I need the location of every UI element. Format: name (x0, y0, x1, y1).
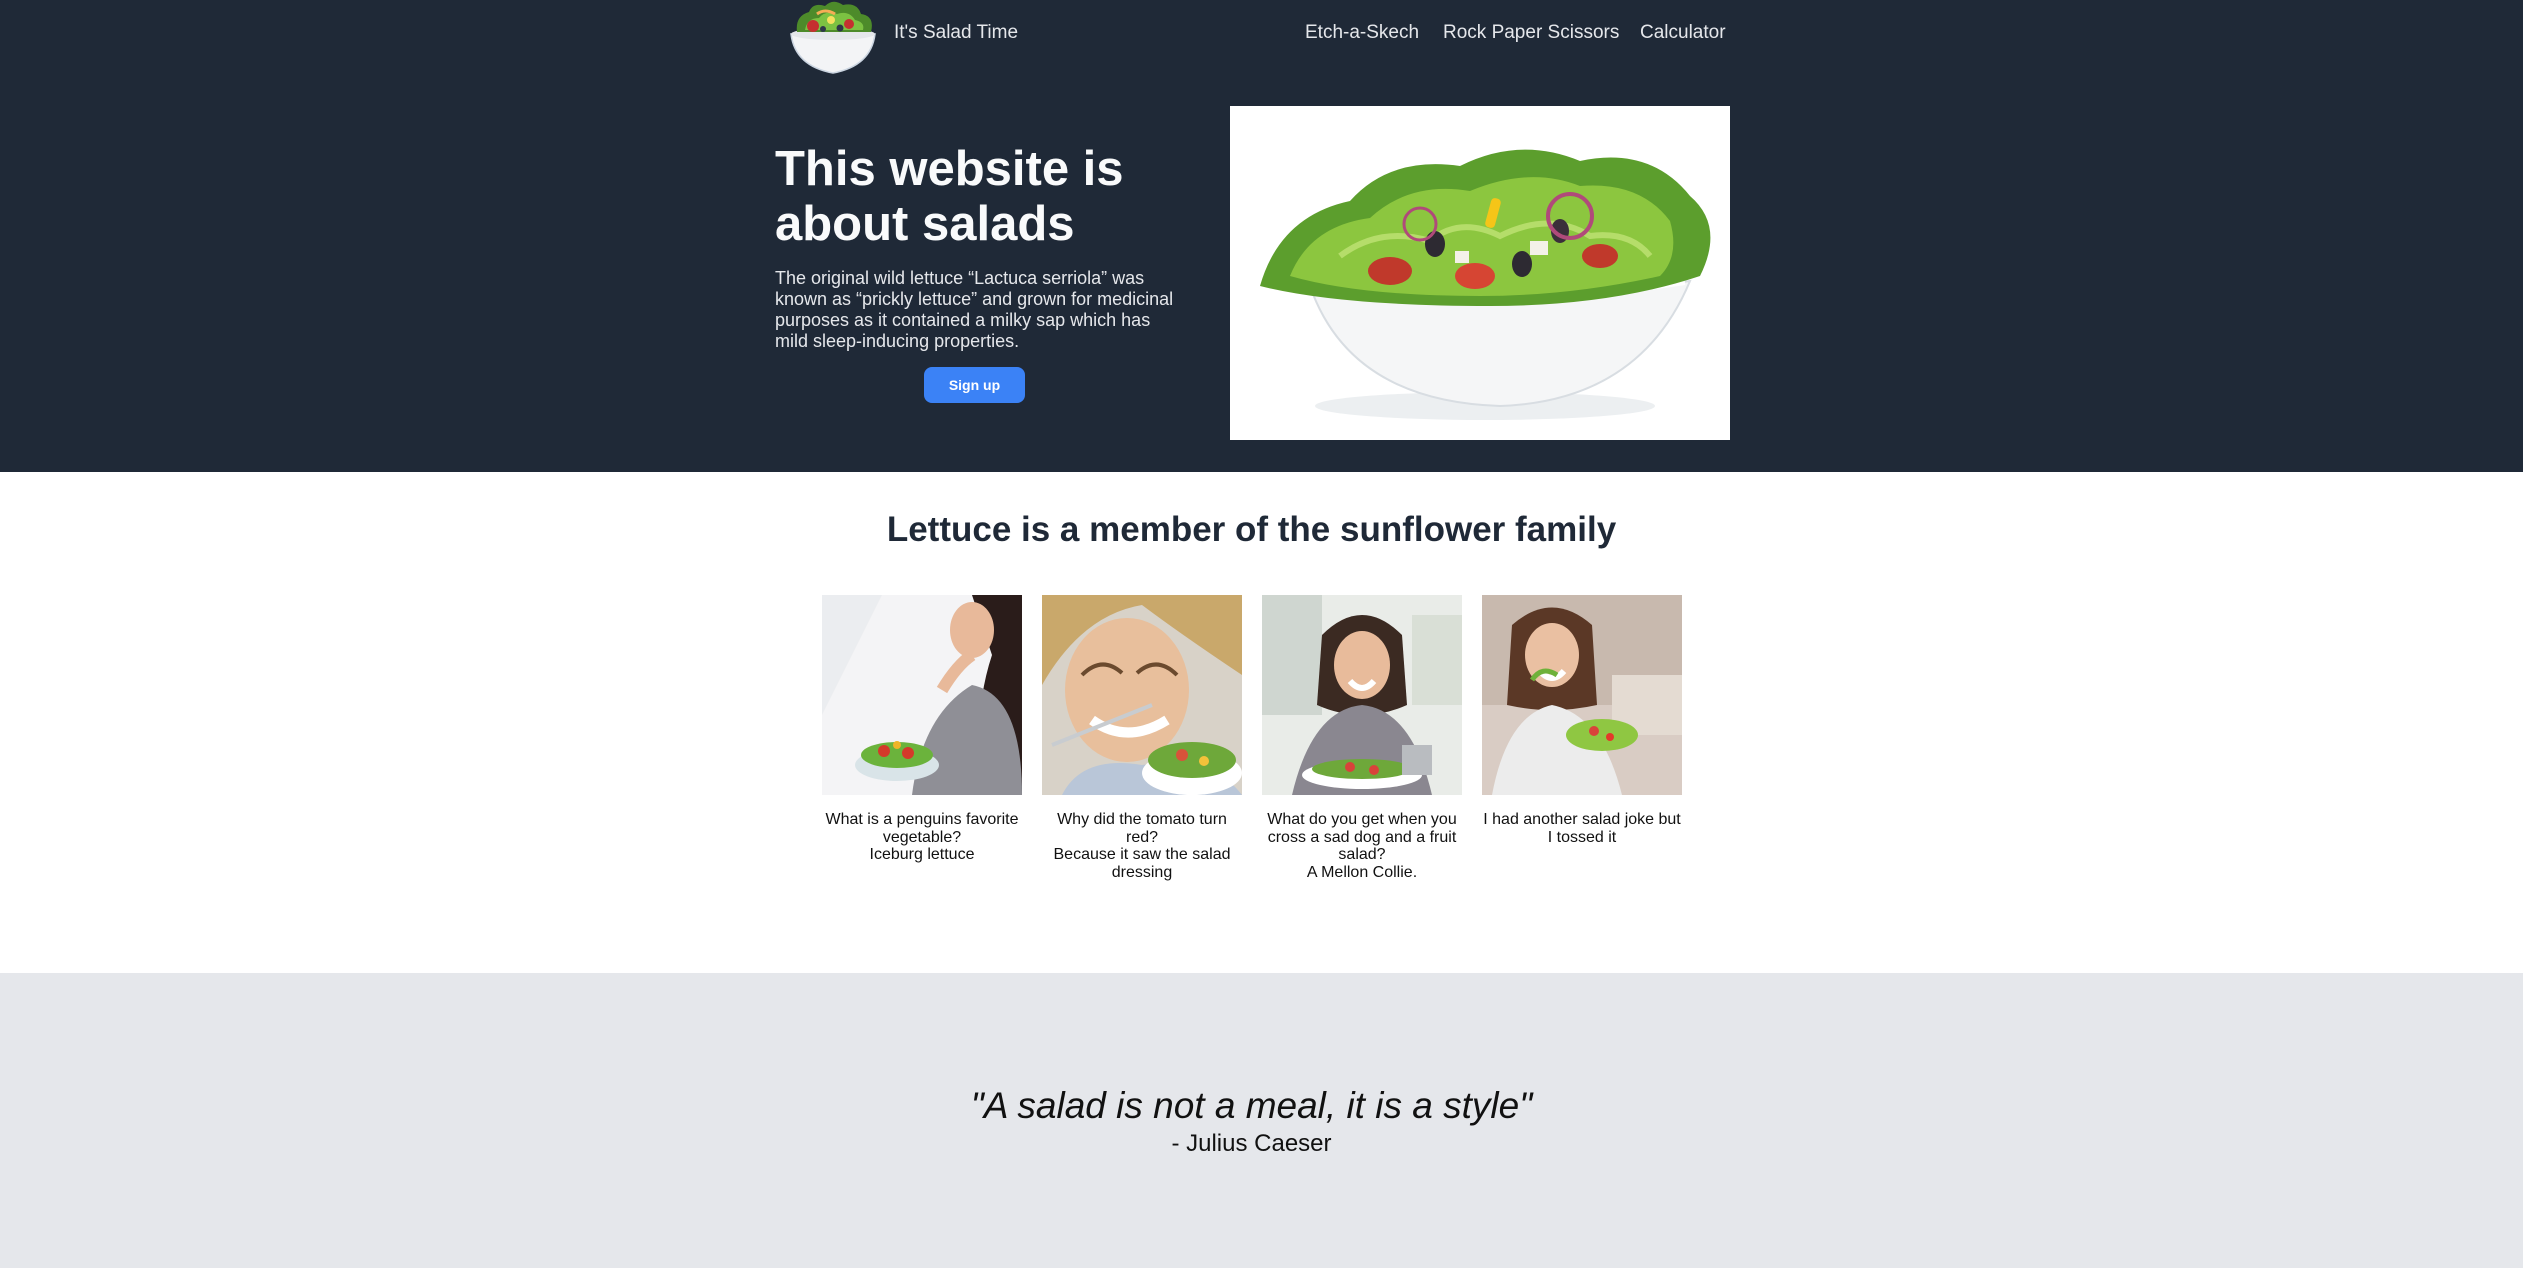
site-brand[interactable]: It's Salad Time (894, 22, 1018, 44)
hero-title: This website is about salads (775, 142, 1124, 251)
quote-text: "A salad is not a meal, it is a style" (970, 1085, 1533, 1126)
joke-caption-4: I had another salad joke but I tossed it (1482, 811, 1682, 846)
joke-answer: Iceburg lettuce (869, 846, 975, 864)
quote-author: - Julius Caeser (1171, 1130, 1332, 1157)
nav-link-calculator[interactable]: Calculator (1640, 22, 1726, 44)
joke-question: What is a penguins favorite vegetable? (825, 811, 1019, 846)
woman-laughing-salad-photo-1 (822, 595, 1022, 795)
joke-caption-1: What is a penguins favorite vegetable? I… (822, 811, 1022, 864)
joke-caption-2: Why did the tomato turn red? Because it … (1042, 811, 1242, 881)
nav-link-rock-paper-scissors[interactable]: Rock Paper Scissors (1443, 22, 1619, 44)
joke-question: What do you get when you cross a sad dog… (1267, 811, 1457, 864)
joke-answer: Because it saw the salad dressing (1053, 846, 1231, 881)
woman-laughing-salad-photo-4 (1482, 595, 1682, 795)
signup-button[interactable]: Sign up (924, 367, 1025, 403)
hero-description: The original wild lettuce “Lactuca serri… (775, 268, 1174, 351)
joke-answer: A Mellon Collie. (1306, 863, 1418, 881)
joke-question: Why did the tomato turn red? (1057, 811, 1227, 846)
section-title: Lettuce is a member of the sunflower fam… (886, 510, 1617, 549)
nav-link-etch-a-skech[interactable]: Etch-a-Skech (1305, 22, 1419, 44)
salad-bowl-logo (790, 1, 876, 74)
woman-laughing-salad-photo-2 (1042, 595, 1242, 795)
woman-laughing-salad-photo-3 (1262, 595, 1462, 795)
joke-text: I had another salad joke but I tossed it (1483, 811, 1681, 846)
salad-bowl-photo (1230, 106, 1730, 440)
joke-caption-3: What do you get when you cross a sad dog… (1262, 811, 1462, 881)
